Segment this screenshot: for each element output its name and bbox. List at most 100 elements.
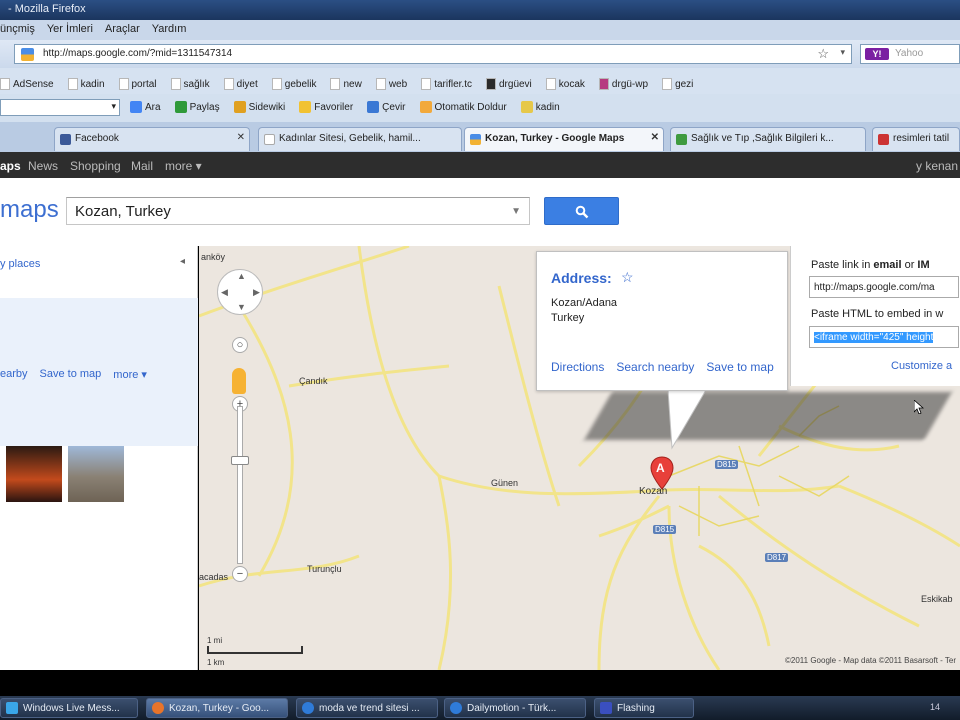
customize-link[interactable]: Customize a bbox=[891, 360, 952, 372]
bookmark-item[interactable]: kocak bbox=[545, 74, 585, 94]
bookmark-site-icon bbox=[485, 78, 496, 90]
pan-control[interactable]: ▲ ▼ ◀ ▶ bbox=[217, 269, 263, 315]
bookmark-item[interactable]: kadin bbox=[67, 74, 105, 94]
tab-saglik[interactable]: Sağlık ve Tıp ,Sağlık Bilgileri k... bbox=[670, 127, 866, 151]
toolbar-share-button[interactable]: Paylaş bbox=[174, 101, 220, 113]
gbar-mail[interactable]: Mail bbox=[131, 159, 153, 173]
place-label: Turunçlu bbox=[307, 564, 342, 574]
zoom-slider-thumb[interactable] bbox=[231, 456, 249, 465]
messenger-icon bbox=[6, 702, 18, 714]
star-icon[interactable]: ☆ bbox=[621, 269, 634, 286]
photo-thumbnail[interactable] bbox=[68, 446, 124, 502]
address-dropdown-icon[interactable]: ▾ bbox=[840, 47, 845, 58]
mouse-cursor-icon bbox=[914, 400, 924, 414]
tab-google-maps[interactable]: Kozan, Turkey - Google Maps ✕ bbox=[464, 127, 664, 151]
place-label: Kozan bbox=[639, 486, 668, 497]
zoom-slider-track[interactable] bbox=[237, 406, 243, 564]
bookmark-item[interactable]: sağlık bbox=[170, 74, 210, 94]
more-link[interactable]: more ▾ bbox=[113, 368, 147, 381]
pan-right-icon[interactable]: ▶ bbox=[253, 287, 260, 298]
gbar-user[interactable]: y kenan bbox=[916, 159, 958, 173]
search-nearby-link[interactable]: Search nearby bbox=[616, 360, 694, 374]
bookmark-site-icon bbox=[598, 78, 609, 90]
bookmark-item[interactable]: AdSense bbox=[0, 74, 54, 94]
tab-kadinlar[interactable]: Kadınlar Sitesi, Gebelik, hamil... bbox=[258, 127, 462, 151]
toolbar-search-button[interactable]: Ara bbox=[130, 101, 161, 113]
bookmark-page-icon bbox=[67, 78, 78, 90]
chevron-down-icon[interactable]: ▾ bbox=[111, 101, 116, 112]
maps-search-input[interactable]: Kozan, Turkey ▼ bbox=[66, 197, 530, 225]
bookmark-item[interactable]: portal bbox=[118, 74, 157, 94]
toolbar-sidewiki-button[interactable]: Sidewiki bbox=[233, 101, 285, 113]
scale-bar bbox=[207, 646, 303, 654]
bookmark-item[interactable]: new bbox=[330, 74, 362, 94]
search-nearby-link[interactable]: earby bbox=[0, 368, 28, 381]
task-firefox-maps[interactable]: Kozan, Turkey - Goo... bbox=[146, 698, 288, 718]
gbar-news[interactable]: News bbox=[28, 159, 58, 173]
map-copyright: ©2011 Google - Map data ©2011 Basarsoft … bbox=[785, 656, 956, 665]
app-icon bbox=[600, 702, 612, 714]
place-label: Günen bbox=[491, 478, 519, 488]
menu-tools[interactable]: Araçlar bbox=[105, 23, 140, 40]
task-dailymotion[interactable]: Dailymotion - Türk... bbox=[444, 698, 586, 718]
bookmark-item[interactable]: web bbox=[375, 74, 407, 94]
share-link-field[interactable]: http://maps.google.com/ma bbox=[809, 276, 959, 298]
bookmark-item[interactable]: drgü-wp bbox=[598, 74, 648, 94]
page-icon bbox=[264, 134, 275, 145]
bookmark-item[interactable]: tarifler.tc bbox=[421, 74, 472, 94]
gbar-more[interactable]: more ▾ bbox=[165, 159, 202, 173]
directions-link[interactable]: Directions bbox=[551, 360, 604, 374]
bookmark-item[interactable]: drgüevi bbox=[485, 74, 532, 94]
tab-resimleri[interactable]: resimleri tatil bbox=[872, 127, 960, 151]
site-icon bbox=[676, 134, 687, 145]
info-window: Address: ☆ Kozan/Adana Turkey Directions… bbox=[536, 251, 788, 391]
yahoo-engine-icon[interactable]: Y! bbox=[865, 48, 889, 60]
task-flashing[interactable]: Flashing bbox=[594, 698, 694, 718]
zoom-out-button[interactable]: − bbox=[232, 566, 248, 582]
maps-search-button[interactable] bbox=[544, 197, 619, 225]
my-places-link[interactable]: y places bbox=[0, 258, 40, 270]
bookmark-item[interactable]: gebelik bbox=[271, 74, 316, 94]
place-label: acadas bbox=[199, 572, 229, 582]
toolbar-translate-button[interactable]: Çevir bbox=[367, 101, 406, 113]
menu-history[interactable]: ünçmiş bbox=[0, 23, 35, 40]
bookmark-item[interactable]: gezi bbox=[662, 74, 693, 94]
maps-header: maps Kozan, Turkey ▼ bbox=[0, 178, 960, 246]
close-icon[interactable]: ✕ bbox=[651, 132, 659, 143]
bookmark-star-icon[interactable]: ☆ bbox=[817, 46, 829, 62]
bookmark-item[interactable]: diyet bbox=[223, 74, 258, 94]
chevron-down-icon[interactable]: ▼ bbox=[511, 206, 521, 217]
street-view-toggle[interactable]: ○ bbox=[232, 337, 248, 353]
pegman-icon[interactable] bbox=[232, 368, 246, 394]
menu-help[interactable]: Yardım bbox=[152, 23, 187, 40]
tab-facebook[interactable]: Facebook ✕ bbox=[54, 127, 250, 151]
gbar-maps[interactable]: aps bbox=[0, 159, 21, 173]
gbar-shopping[interactable]: Shopping bbox=[70, 159, 121, 173]
pan-up-icon[interactable]: ▲ bbox=[237, 271, 246, 281]
save-to-map-link[interactable]: Save to map bbox=[706, 360, 773, 374]
photo-thumbnail[interactable] bbox=[6, 446, 62, 502]
info-window-shadow bbox=[584, 392, 952, 440]
pan-down-icon[interactable]: ▼ bbox=[237, 302, 246, 312]
place-label: anköy bbox=[201, 252, 226, 262]
task-windows-live[interactable]: Windows Live Mess... bbox=[0, 698, 138, 718]
task-moda[interactable]: moda ve trend sitesi ... bbox=[296, 698, 438, 718]
maps-logo[interactable]: maps bbox=[0, 196, 59, 224]
bookmark-page-icon bbox=[223, 78, 234, 90]
menu-bookmarks[interactable]: Yer İmleri bbox=[47, 23, 93, 40]
google-bar: aps News Shopping Mail more ▾ y kenan bbox=[0, 152, 960, 178]
save-to-map-link[interactable]: Save to map bbox=[40, 368, 102, 381]
toolbar-favorites-button[interactable]: Favoriler bbox=[299, 101, 353, 113]
pan-left-icon[interactable]: ◀ bbox=[221, 287, 228, 298]
autofill-icon bbox=[419, 101, 432, 113]
browser-search-box[interactable]: Y! Yahoo bbox=[860, 44, 960, 64]
close-icon[interactable]: ✕ bbox=[237, 132, 245, 143]
embed-html-field[interactable]: <iframe width="425" height bbox=[809, 326, 959, 348]
toolbar-autofill-button[interactable]: Otomatik Doldur bbox=[419, 101, 507, 113]
address-bar[interactable]: http://maps.google.com/?mid=1311547314 ☆… bbox=[14, 44, 852, 64]
toolbar-user-button[interactable]: kadin bbox=[520, 101, 560, 113]
collapse-panel-icon[interactable]: ◂ bbox=[180, 256, 185, 267]
marker-letter: A bbox=[656, 461, 665, 475]
toolbar-search-field[interactable]: ▾ bbox=[0, 99, 120, 116]
road-badge: D815 bbox=[653, 525, 677, 534]
